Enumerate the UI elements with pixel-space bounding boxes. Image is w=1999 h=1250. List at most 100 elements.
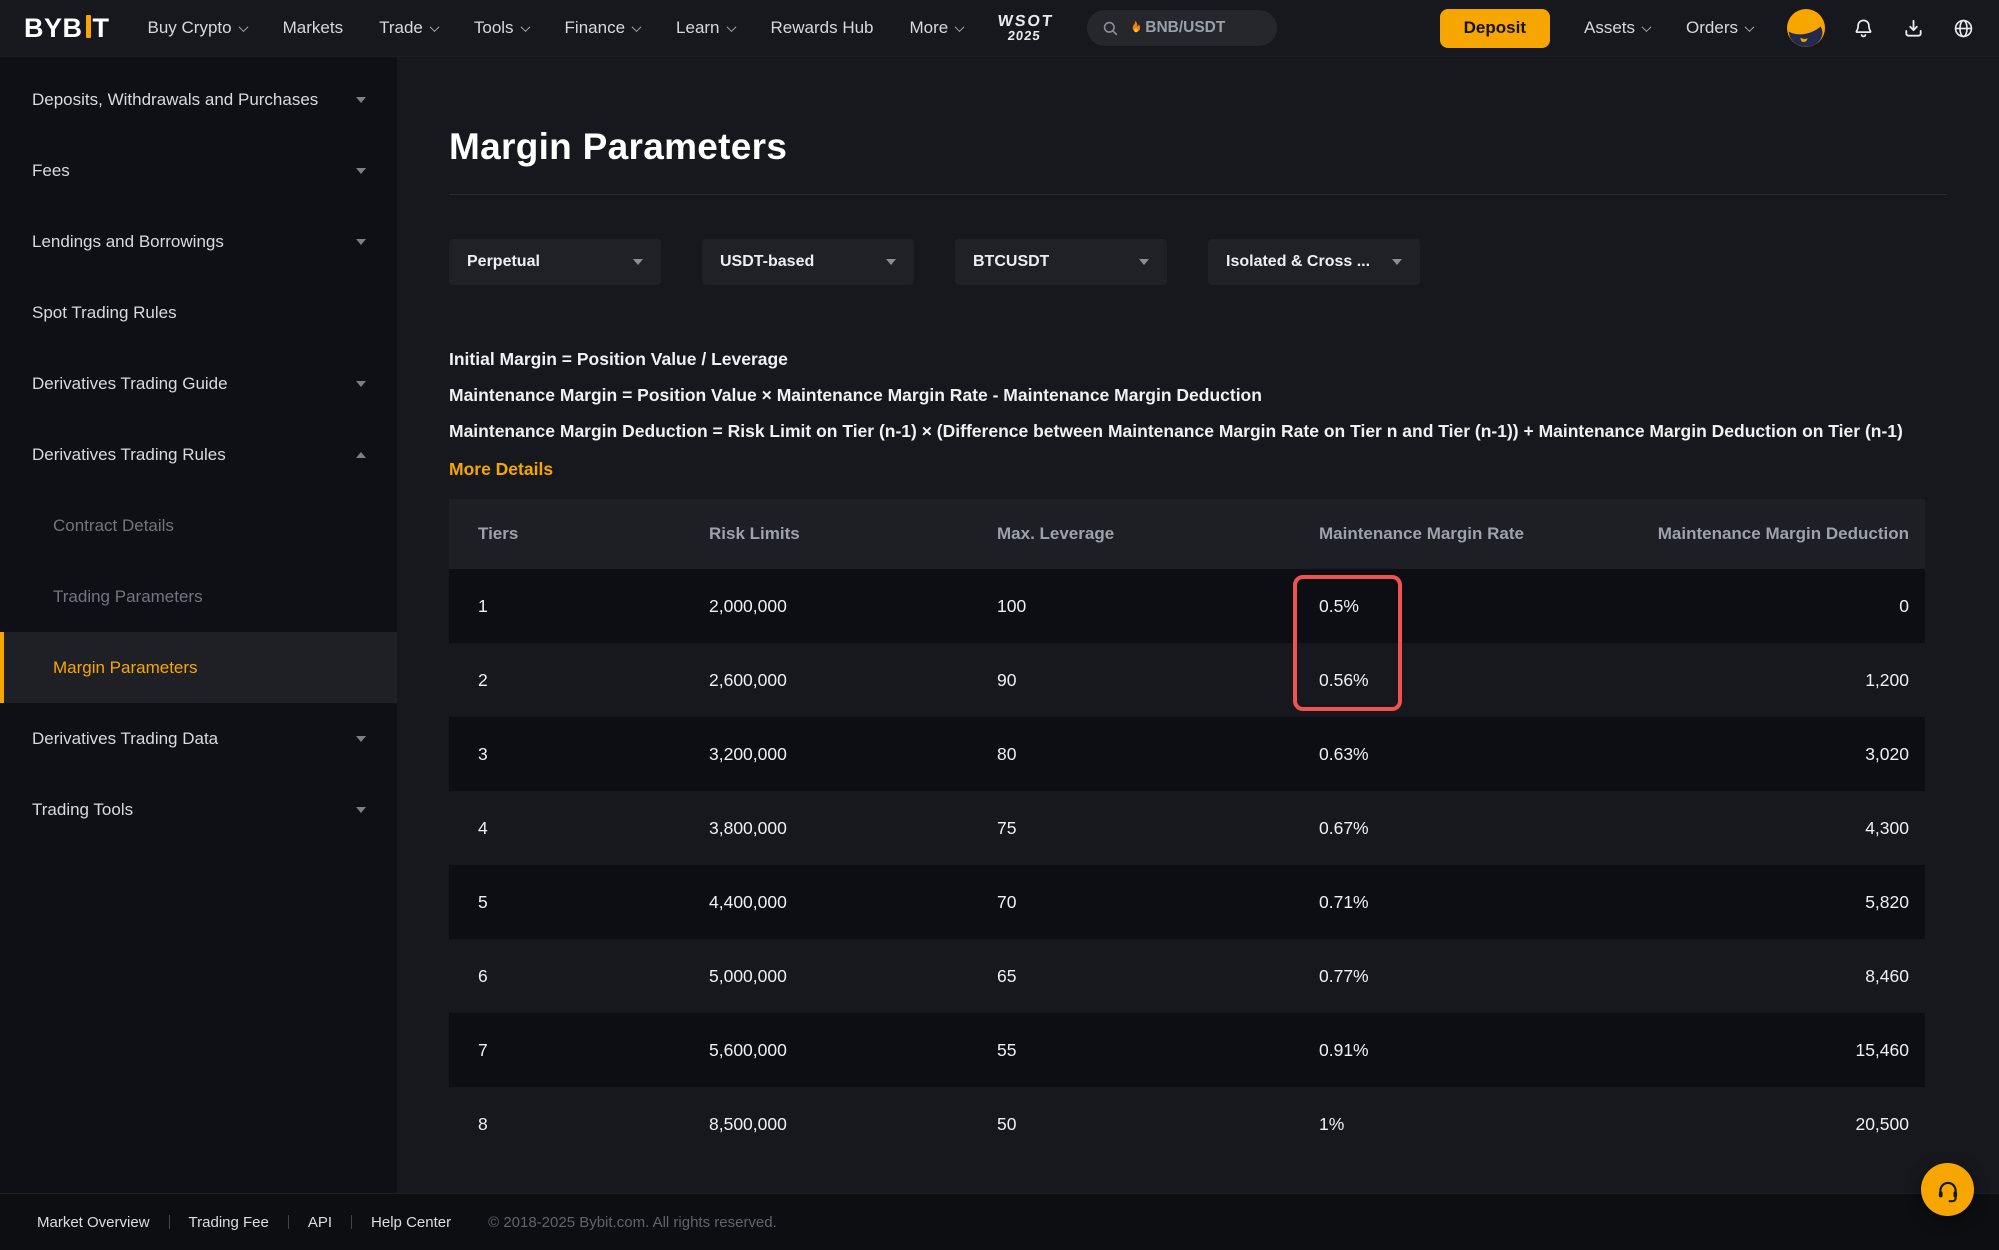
- col-header-mm-rate: Maintenance Margin Rate: [1319, 524, 1524, 543]
- nav-learn[interactable]: Learn: [676, 18, 736, 38]
- formula-block: Initial Margin = Position Value / Levera…: [449, 341, 1947, 487]
- col-header-tiers: Tiers: [478, 524, 519, 543]
- footer-link-api[interactable]: API: [308, 1214, 332, 1231]
- cell-max-leverage: 100: [997, 595, 1027, 616]
- table-header-row: Tiers Risk Limits Max. Leverage Maintena…: [449, 499, 1925, 569]
- nav-tools[interactable]: Tools: [474, 18, 530, 38]
- search-input[interactable]: BNB/USDT: [1087, 10, 1278, 46]
- table-row: 1 2,000,000 100 0.5% 0: [449, 569, 1925, 643]
- cell-max-leverage: 80: [997, 743, 1017, 764]
- download-app-icon[interactable]: [1902, 17, 1925, 40]
- chevron-down-icon: [356, 806, 366, 813]
- chevron-down-icon: [429, 21, 440, 32]
- chevron-down-icon: [631, 21, 642, 32]
- table-row: 3 3,200,000 80 0.63% 3,020: [449, 717, 1925, 791]
- cell-mm-deduction: 0: [1899, 595, 1909, 616]
- sidebar-item-derivatives-trading-data[interactable]: Derivatives Trading Data: [0, 703, 397, 774]
- contract-type-select[interactable]: Perpetual: [449, 239, 661, 285]
- chevron-down-icon: [238, 21, 249, 32]
- table-row: 8 8,500,000 50 1% 20,500: [449, 1087, 1925, 1161]
- headset-icon: [1938, 1181, 1957, 1202]
- cell-max-leverage: 75: [997, 817, 1017, 838]
- sidebar-item-deposits-withdrawals[interactable]: Deposits, Withdrawals and Purchases: [0, 64, 397, 135]
- sidebar-item-spot-trading-rules[interactable]: Spot Trading Rules: [0, 277, 397, 348]
- nav-rewards-hub[interactable]: Rewards Hub: [771, 18, 874, 38]
- logo-orange-bar: [85, 14, 91, 38]
- cell-max-leverage: 65: [997, 965, 1017, 986]
- sidebar-item-margin-parameters[interactable]: Margin Parameters: [0, 632, 397, 703]
- chevron-up-icon: [356, 451, 366, 458]
- footer-link-help-center[interactable]: Help Center: [371, 1214, 451, 1231]
- cell-max-leverage: 50: [997, 1113, 1017, 1134]
- cell-mm-deduction: 5,820: [1865, 891, 1909, 912]
- header-icons: [1787, 9, 1975, 47]
- settlement-select[interactable]: USDT-based: [702, 239, 914, 285]
- table-row: 6 5,000,000 65 0.77% 8,460: [449, 939, 1925, 1013]
- more-details-link[interactable]: More Details: [449, 451, 553, 487]
- deposit-button[interactable]: Deposit: [1439, 8, 1550, 48]
- logo-text-left: BYB: [24, 12, 83, 43]
- wsot-2025-logo[interactable]: WSOT 2025: [996, 13, 1055, 43]
- avatar[interactable]: [1787, 9, 1825, 47]
- sidebar-item-trading-parameters[interactable]: Trading Parameters: [0, 561, 397, 632]
- cell-mm-deduction: 8,460: [1865, 965, 1909, 986]
- col-header-risk-limits: Risk Limits: [709, 524, 800, 543]
- sidebar-item-contract-details[interactable]: Contract Details: [0, 490, 397, 561]
- notifications-bell-icon[interactable]: [1852, 17, 1875, 40]
- chevron-down-icon: [1641, 21, 1652, 32]
- table-row: 4 3,800,000 75 0.67% 4,300: [449, 791, 1925, 865]
- cell-risk-limit: 2,600,000: [709, 669, 787, 690]
- cell-tier: 4: [478, 817, 488, 838]
- chevron-down-icon: [1744, 21, 1755, 32]
- filter-row: Perpetual USDT-based BTCUSDT Isolated & …: [449, 239, 1947, 285]
- language-globe-icon[interactable]: [1952, 17, 1975, 40]
- main-content: Margin Parameters Perpetual USDT-based B…: [397, 57, 1999, 1193]
- cell-mm-deduction: 3,020: [1865, 743, 1909, 764]
- footer-link-trading-fee[interactable]: Trading Fee: [189, 1214, 269, 1231]
- col-header-mm-deduction: Maintenance Margin Deduction: [1657, 524, 1909, 543]
- symbol-select[interactable]: BTCUSDT: [955, 239, 1167, 285]
- sidebar-item-trading-tools[interactable]: Trading Tools: [0, 774, 397, 845]
- footer-separator: [168, 1215, 170, 1229]
- cell-tier: 7: [478, 1039, 488, 1060]
- chevron-down-icon: [954, 21, 965, 32]
- cell-mm-rate: 0.56%: [1319, 669, 1369, 690]
- footer-separator: [351, 1215, 353, 1229]
- margin-mode-select[interactable]: Isolated & Cross ...: [1208, 239, 1420, 285]
- cell-mm-rate: 0.67%: [1319, 817, 1369, 838]
- cell-mm-deduction: 1,200: [1865, 669, 1909, 690]
- nav-orders[interactable]: Orders: [1686, 18, 1755, 38]
- chevron-down-icon: [886, 259, 896, 265]
- chevron-down-icon: [356, 380, 366, 387]
- sidebar-item-derivatives-trading-guide[interactable]: Derivatives Trading Guide: [0, 348, 397, 419]
- cell-max-leverage: 90: [997, 669, 1017, 690]
- cell-mm-deduction: 20,500: [1855, 1113, 1909, 1134]
- sidebar-item-lendings-borrowings[interactable]: Lendings and Borrowings: [0, 206, 397, 277]
- support-chat-button[interactable]: [1921, 1163, 1974, 1216]
- bybit-logo[interactable]: BYB T: [24, 13, 110, 44]
- nav-markets[interactable]: Markets: [283, 18, 343, 38]
- nav-assets[interactable]: Assets: [1584, 18, 1652, 38]
- margin-tiers-table: Tiers Risk Limits Max. Leverage Maintena…: [449, 499, 1925, 1161]
- nav-finance[interactable]: Finance: [565, 18, 642, 38]
- chevron-down-icon: [356, 735, 366, 742]
- table-row: 7 5,600,000 55 0.91% 15,460: [449, 1013, 1925, 1087]
- nav-buy-crypto[interactable]: Buy Crypto: [148, 18, 249, 38]
- cell-risk-limit: 4,400,000: [709, 891, 787, 912]
- cell-mm-rate: 0.77%: [1319, 965, 1369, 986]
- cell-risk-limit: 3,800,000: [709, 817, 787, 838]
- nav-trade[interactable]: Trade: [379, 18, 440, 38]
- formula-maintenance-margin: Maintenance Margin = Position Value × Ma…: [449, 385, 1262, 405]
- cell-mm-deduction: 4,300: [1865, 817, 1909, 838]
- formula-initial-margin: Initial Margin = Position Value / Levera…: [449, 349, 788, 369]
- top-navigation-bar: BYB T Buy Crypto Markets Trade Tools Fina…: [0, 0, 1999, 57]
- cell-mm-rate: 0.63%: [1319, 743, 1369, 764]
- sidebar-item-derivatives-trading-rules[interactable]: Derivatives Trading Rules: [0, 419, 397, 490]
- footer-link-market-overview[interactable]: Market Overview: [37, 1214, 150, 1231]
- formula-maintenance-margin-deduction: Maintenance Margin Deduction = Risk Limi…: [449, 421, 1903, 441]
- copyright-text: © 2018-2025 Bybit.com. All rights reserv…: [488, 1213, 777, 1231]
- cell-mm-deduction: 15,460: [1855, 1039, 1909, 1060]
- nav-more[interactable]: More: [910, 18, 965, 38]
- sidebar-item-fees[interactable]: Fees: [0, 135, 397, 206]
- cell-tier: 1: [478, 595, 488, 616]
